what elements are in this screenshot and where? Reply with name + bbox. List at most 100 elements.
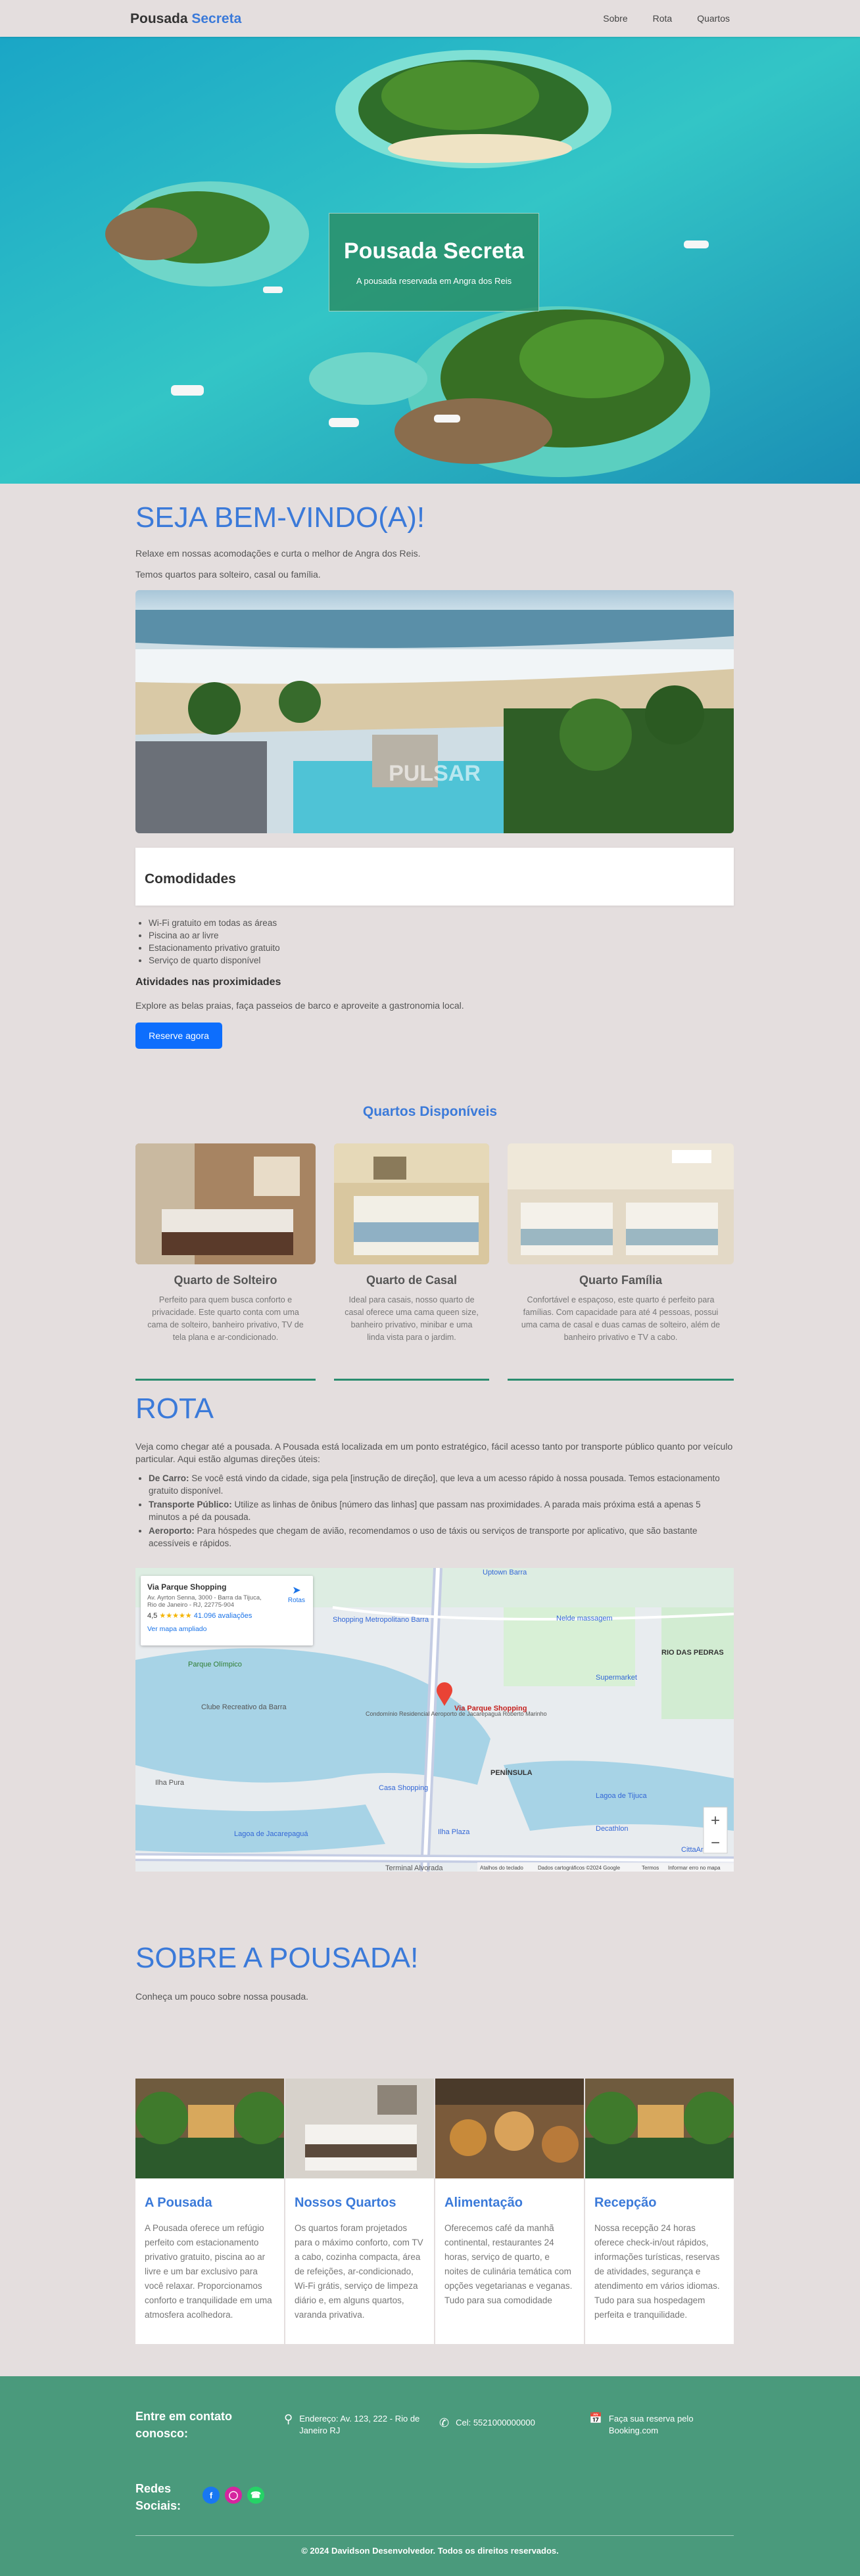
feature-title: Alimentação [444, 2196, 523, 2210]
social-links: f ◯ ☎ [203, 2487, 264, 2504]
feature-photo [585, 2079, 734, 2178]
copyright: © 2024 Davidson Desenvolvedor. Todos os … [301, 2546, 559, 2556]
zoom-in-button[interactable]: + [711, 1812, 720, 1829]
nav-link-quartos[interactable]: Quartos [697, 13, 730, 24]
hero-title: Pousada Secreta [343, 239, 525, 264]
amenities-list: Wi-Fi gratuito em todas as áreas Piscina… [149, 917, 280, 967]
map-label: Lagoa de Tijuca [596, 1792, 648, 1800]
map-label: Terminal Alvorada [385, 1864, 443, 1872]
rota-item-label: De Carro: [149, 1473, 189, 1483]
calendar-icon: 📅 [589, 2413, 602, 2424]
map-footer-report[interactable]: Informar erro no mapa [668, 1865, 721, 1871]
list-item: Piscina ao ar livre [149, 929, 280, 942]
rota-item-text: Utilize as linhas de ônibus [número das … [149, 1500, 701, 1522]
map-expand-link[interactable]: Ver mapa ampliado [147, 1625, 306, 1633]
map-label: Condomínio Residencial Aeroporto de Jaca… [366, 1711, 547, 1717]
phone-icon: ✆ [439, 2416, 450, 2429]
welcome-text-1: Relaxe em nossas acomodações e curta o m… [135, 548, 421, 559]
whatsapp-icon[interactable]: ☎ [247, 2487, 264, 2504]
footer-address: ⚲ Endereço: Av. 123, 222 - Rio de Janeir… [284, 2413, 422, 2437]
room-desc: Ideal para casais, nosso quarto de casal… [345, 1295, 479, 1342]
instagram-icon[interactable]: ◯ [225, 2487, 242, 2504]
feature-text: A Pousada oferece um refúgio perfeito co… [145, 2223, 272, 2320]
rota-list: De Carro: Se você está vindo da cidade, … [149, 1472, 727, 1551]
map-label: Parque Olímpico [188, 1661, 242, 1668]
phone-text: Cel: 5521000000000 [456, 2418, 535, 2427]
feature-photo [285, 2079, 434, 2178]
place-name: Via Parque Shopping [147, 1582, 227, 1592]
map-label: Nelde massagem [556, 1615, 613, 1622]
social-title: Redes Sociais: [135, 2482, 181, 2512]
rota-item-label: Aeroporto: [149, 1526, 195, 1536]
brand-accent: Secreta [191, 11, 242, 26]
map-place-card: Via Parque Shopping Av. Ayrton Senna, 30… [141, 1576, 313, 1645]
map-label: Ilha Plaza [438, 1828, 470, 1836]
map-marker-icon: ⚲ [284, 2412, 293, 2426]
feature-title: A Pousada [145, 2196, 212, 2210]
map-label: Lagoa de Jacarepaguá [234, 1830, 308, 1838]
divider [508, 1379, 734, 1381]
map-label: Ilha Pura [155, 1779, 185, 1787]
place-reviews[interactable]: 41.096 avaliações [194, 1612, 252, 1620]
place-rating: 4,5 [147, 1612, 158, 1620]
room-name: Quarto Família [579, 1274, 663, 1287]
google-map[interactable]: Via Parque Shopping Uptown Barra Shoppin… [135, 1568, 734, 1872]
place-address: Av. Ayrton Senna, 3000 - Barra da Tijuca… [147, 1594, 262, 1609]
map-footer-shortcuts[interactable]: Atalhos do teclado [480, 1865, 523, 1871]
feature-text: Nossa recepção 24 horas oferece check-in… [594, 2223, 720, 2320]
list-item: Transporte Público: Utilize as linhas de… [149, 1498, 727, 1523]
contact-title: Entre em contato conosco: [135, 2410, 233, 2440]
room-card-single: Quarto de Solteiro Perfeito para quem bu… [135, 1143, 316, 1381]
map-label: PENÍNSULA [490, 1768, 533, 1777]
list-item: De Carro: Se você está vindo da cidade, … [149, 1472, 727, 1497]
list-item: Estacionamento privativo gratuito [149, 942, 280, 954]
divider [135, 1379, 316, 1381]
map-footer-terms[interactable]: Termos [642, 1865, 659, 1871]
room-photo [135, 1143, 316, 1264]
list-item: Aeroporto: Para hóspedes que chegam de a… [149, 1525, 727, 1550]
feature-card-recepcao: Recepção Nossa recepção 24 horas oferece… [585, 2079, 734, 2344]
feature-card-alimentacao: Alimentação Oferecemos café da manhã con… [435, 2079, 584, 2344]
zoom-out-button[interactable]: − [711, 1834, 720, 1852]
feature-photo [135, 2079, 284, 2178]
activities-title: Atividades nas proximidades [135, 977, 281, 988]
room-card-double: Quarto de Casal Ideal para casais, nosso… [334, 1143, 489, 1381]
brand-logo[interactable]: Pousada Secreta [130, 11, 241, 27]
hero-subtitle: A pousada reservada em Angra dos Reis [356, 276, 512, 286]
directions-button[interactable]: ➤ Rotas [288, 1584, 305, 1604]
map-footer-data: Dados cartográficos ©2024 Google [538, 1865, 621, 1871]
map-label: Casa Shopping [379, 1784, 428, 1792]
hero-title-box: Pousada Secreta A pousada reservada em A… [329, 213, 539, 311]
footer-divider [135, 2535, 734, 2536]
rota-item-text: Se você está vindo da cidade, siga pela … [149, 1473, 720, 1496]
rota-item-text: Para hóspedes que chegam de avião, recom… [149, 1526, 698, 1548]
amenities-title: Comodidades [145, 871, 236, 886]
amenities-card: Comodidades [135, 848, 734, 906]
rooms-title: Quartos Disponíveis [362, 1104, 498, 1119]
feature-title: Recepção [594, 2196, 657, 2210]
footer: Entre em contato conosco: ⚲ Endereço: Av… [0, 2376, 860, 2576]
address-text: Endereço: Av. 123, 222 - Rio de Janeiro … [299, 2414, 420, 2435]
hero-banner: Pousada Secreta A pousada reservada em A… [0, 37, 860, 484]
welcome-text-2: Temos quartos para solteiro, casal ou fa… [135, 569, 321, 580]
activities-text: Explore as belas praias, faça passeios d… [135, 1000, 464, 1011]
reserve-button[interactable]: Reserve agora [135, 1023, 222, 1049]
room-desc: Confortável e espaçoso, este quarto é pe… [521, 1295, 721, 1342]
room-photo [334, 1143, 489, 1264]
facebook-icon[interactable]: f [203, 2487, 220, 2504]
map-label: Decathlon [596, 1825, 629, 1833]
map-label: RIO DAS PEDRAS [661, 1649, 724, 1657]
brand-main: Pousada [130, 11, 192, 26]
navbar: Pousada Secreta Sobre Rota Quartos [0, 0, 860, 37]
nav-link-sobre[interactable]: Sobre [603, 13, 627, 24]
watermark-text: PULSAR [389, 761, 481, 786]
nav-links: Sobre Rota Quartos [603, 13, 730, 24]
booking-text: Faça sua reserva pelo Booking.com [608, 2414, 694, 2435]
welcome-title: SEJA BEM-VINDO(A)! [135, 501, 425, 534]
footer-booking[interactable]: 📅 Faça sua reserva pelo Booking.com [589, 2413, 714, 2437]
feature-title: Nossos Quartos [295, 2196, 396, 2210]
nav-link-rota[interactable]: Rota [653, 13, 673, 24]
map-label: Uptown Barra [483, 1569, 527, 1576]
feature-photo [435, 2079, 584, 2178]
divider [334, 1379, 489, 1381]
